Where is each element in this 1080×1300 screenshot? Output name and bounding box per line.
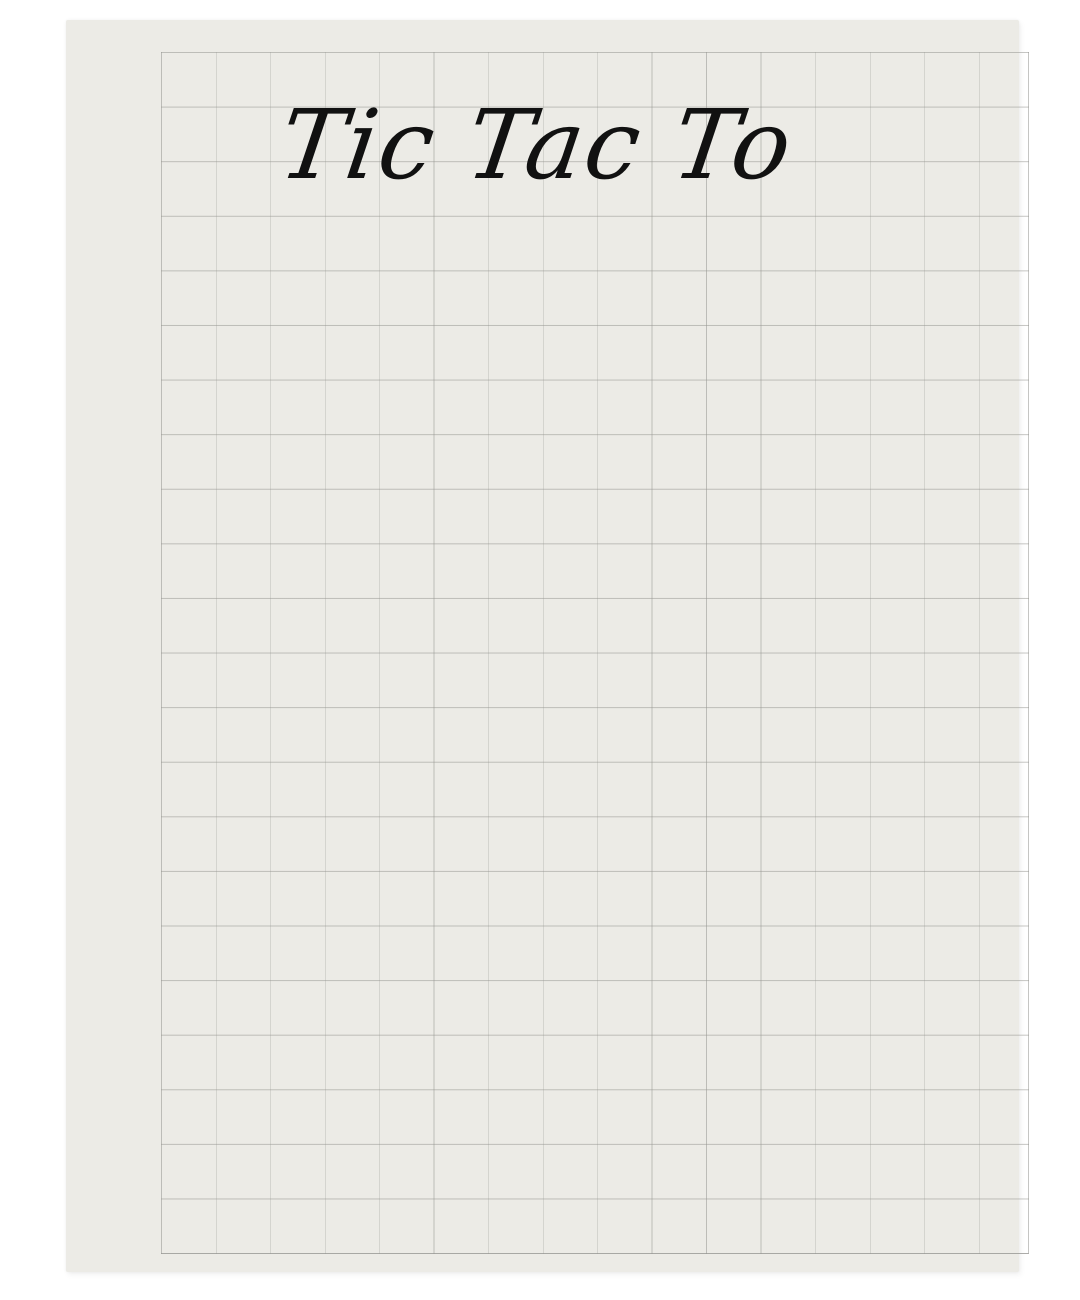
grid-lines [161,52,1029,1254]
page-title: Tic Tac Toe [280,80,790,210]
page-title-text: Tic Tac Toe [280,88,790,200]
title-svg: Tic Tac Toe [280,88,790,200]
